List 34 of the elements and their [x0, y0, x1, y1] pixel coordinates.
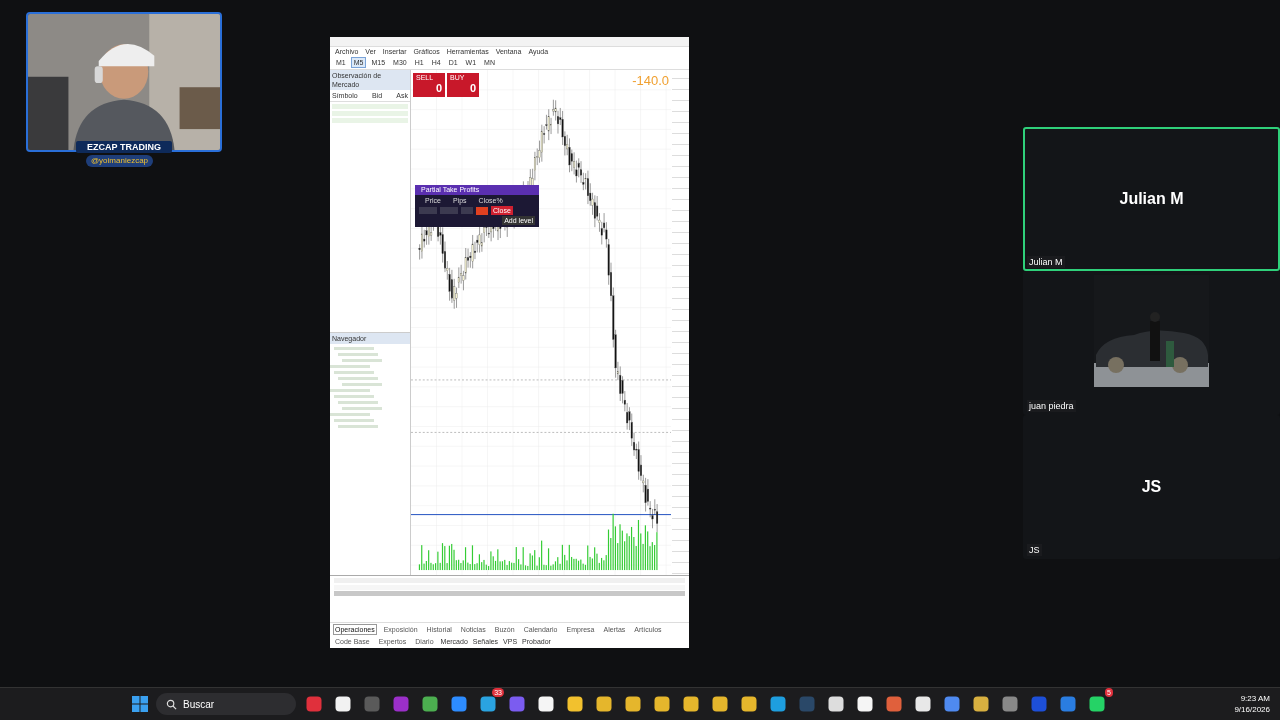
participant-name: juan piedra: [1027, 400, 1076, 412]
app-icon[interactable]: [711, 695, 729, 713]
input-field[interactable]: [440, 207, 458, 214]
app-icon[interactable]: [421, 695, 439, 713]
app-icon[interactable]: [653, 695, 671, 713]
app-icon[interactable]: [914, 695, 932, 713]
app-icon[interactable]: [1088, 695, 1106, 713]
channel-handle: @yoimaniezcap: [86, 155, 154, 167]
participant-name: Julian M: [1027, 256, 1065, 268]
app-icon[interactable]: [566, 695, 584, 713]
app-icon[interactable]: [537, 695, 555, 713]
start-icon[interactable]: [132, 696, 148, 712]
channel-title: EZCAP TRADING: [76, 141, 172, 153]
participant-display-name: JS: [1141, 478, 1162, 496]
input-field[interactable]: [461, 207, 473, 214]
app-icon[interactable]: [334, 695, 352, 713]
profit-value: -140.0: [632, 76, 669, 85]
participant-name: JS: [1027, 544, 1042, 556]
app-icon[interactable]: [682, 695, 700, 713]
app-icon[interactable]: [856, 695, 874, 713]
input-field[interactable]: [419, 207, 437, 214]
app-icon[interactable]: [740, 695, 758, 713]
app-icon[interactable]: [479, 695, 497, 713]
app-icon[interactable]: [769, 695, 787, 713]
search-icon: [166, 698, 177, 710]
app-icon[interactable]: [595, 695, 613, 713]
search-field[interactable]: Buscar: [156, 693, 296, 715]
participant-display-name: Julian M: [1119, 190, 1184, 208]
set-button[interactable]: [476, 206, 488, 215]
app-icon[interactable]: [827, 695, 845, 713]
clock-date: 9/16/2026: [1234, 704, 1270, 715]
app-icon[interactable]: [972, 695, 990, 713]
app-icon[interactable]: [624, 695, 642, 713]
clock-time: 9:23 AM: [1240, 693, 1270, 704]
